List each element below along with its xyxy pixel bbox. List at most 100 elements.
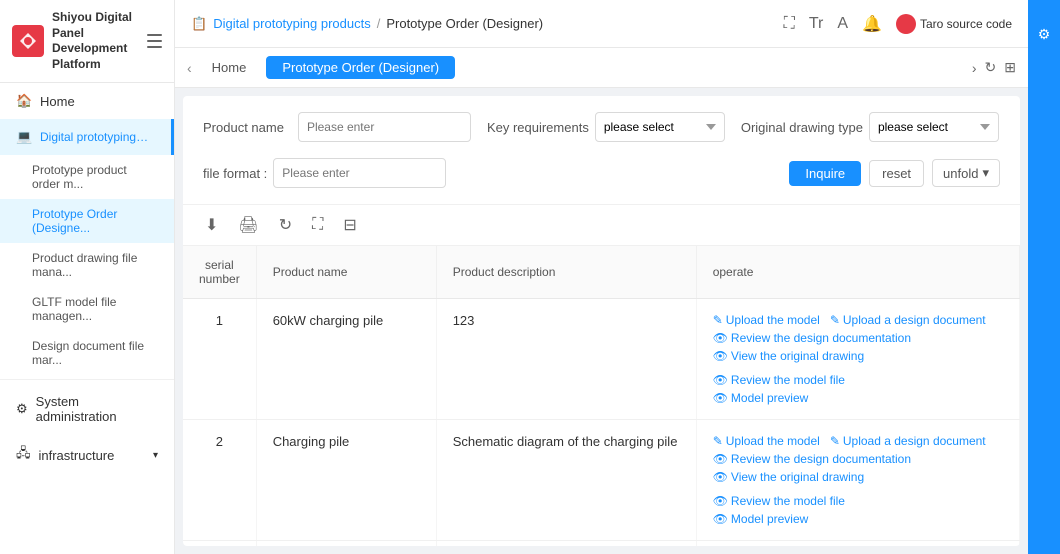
filter-bar: Product name Key requirements please sel…	[183, 96, 1020, 205]
sidebar-item-infrastructure[interactable]: 🖧 infrastructure ▾	[0, 434, 174, 476]
bell-icon[interactable]: 🔔	[862, 14, 882, 34]
edit-icon: ✎	[830, 434, 840, 448]
cell-operate: ✎Upload the model ✎Upload a design docum…	[696, 541, 1019, 547]
op-link[interactable]: ✎Upload the model	[713, 313, 820, 327]
sidebar-subitem-drawing-file[interactable]: Product drawing file mana...	[0, 243, 174, 287]
file-format-input[interactable]	[273, 158, 446, 188]
drawing-type-select[interactable]: please select	[869, 112, 999, 142]
filter-drawing-type: Original drawing type please select	[741, 112, 999, 142]
view-icon: 👁	[713, 373, 728, 387]
gear-icon: ⚙	[16, 401, 28, 417]
table-row: 2 Charging pile Schematic diagram of the…	[183, 420, 1020, 541]
cell-desc: Schematic diagram of the charging pile	[436, 420, 696, 541]
reset-button[interactable]: reset	[869, 160, 924, 187]
product-name-input[interactable]	[298, 112, 471, 142]
breadcrumb-current: Prototype Order (Designer)	[386, 16, 543, 31]
breadcrumb-page-icon: 📋	[191, 16, 207, 32]
filter-key-requirements: Key requirements please select	[487, 112, 725, 142]
main-area: 📋 Digital prototyping products / Prototy…	[175, 0, 1028, 554]
cell-desc: 1111	[436, 541, 696, 547]
sidebar-item-sysadmin[interactable]: ⚙ System administration	[0, 384, 174, 434]
user-menu[interactable]: Taro source code	[896, 14, 1012, 34]
inquire-button[interactable]: Inquire	[789, 161, 861, 186]
content-area: Product name Key requirements please sel…	[183, 96, 1020, 546]
print-icon[interactable]: 🖨	[232, 213, 264, 237]
op-link[interactable]: 👁Review the design documentation	[713, 452, 911, 466]
column-settings-icon[interactable]: ⊟	[337, 213, 362, 237]
tab-prototype-order[interactable]: Prototype Order (Designer)	[266, 56, 455, 79]
right-side-panel: ⚙	[1028, 0, 1060, 554]
cell-name: Test order 1	[256, 541, 436, 547]
op-link[interactable]: 👁Review the model file	[713, 373, 845, 387]
settings-panel-icon[interactable]: ⚙	[1032, 20, 1057, 49]
op-link[interactable]: 👁Review the model file	[713, 494, 845, 508]
toolbar-row: ⬇ 🖨 ↻ ⛶ ⊟	[183, 205, 1020, 246]
cell-operate: ✎Upload the model ✎Upload a design docum…	[696, 299, 1019, 420]
cell-serial: 1	[183, 299, 256, 420]
sidebar-header: Shiyou Digital Panel Development Platfor…	[0, 0, 174, 83]
table-row: 1 60kW charging pile 123 ✎Upload the mod…	[183, 299, 1020, 420]
sidebar-subitem-prototype-designer-label: Prototype Order (Designe...	[32, 207, 117, 235]
fullscreen-icon[interactable]: ⛶	[784, 15, 795, 33]
cell-serial: 3	[183, 541, 256, 547]
filter-product-name: Product name	[203, 112, 471, 142]
refresh-table-icon[interactable]: ↻	[273, 213, 298, 237]
filter-actions: Inquire reset unfold ▾	[789, 159, 1000, 187]
topbar-actions: ⛶ Tr A 🔔 Taro source code	[784, 14, 1012, 34]
sidebar-subitem-prototype-designer[interactable]: Prototype Order (Designe...	[0, 199, 174, 243]
sidebar-item-home[interactable]: 🏠 Home	[0, 83, 174, 119]
file-format-label: file format :	[203, 166, 267, 181]
sidebar-item-digital[interactable]: 💻 Digital prototyping produ...	[0, 119, 174, 155]
sidebar-subitem-prototype-order[interactable]: Prototype product order m...	[0, 155, 174, 199]
col-header-name: Product name	[256, 246, 436, 299]
op-link[interactable]: ✎Upload the model	[713, 434, 820, 448]
breadcrumb-parent-link[interactable]: Digital prototyping products	[213, 16, 371, 31]
sidebar-subitem-prototype-order-label: Prototype product order m...	[32, 163, 127, 191]
refresh-icon[interactable]: ↻	[985, 59, 997, 76]
view-icon: 👁	[713, 494, 728, 508]
cell-name: 60kW charging pile	[256, 299, 436, 420]
expand-view-icon[interactable]: ⛶	[306, 214, 329, 236]
sidebar-item-home-label: Home	[40, 94, 75, 109]
op-link[interactable]: 👁Review the design documentation	[713, 331, 911, 345]
sidebar-subitem-design-doc-label: Design document file mar...	[32, 339, 144, 367]
sidebar-subitem-design-doc[interactable]: Design document file mar...	[0, 331, 174, 375]
grid-icon[interactable]: ⊞	[1004, 59, 1016, 76]
menu-toggle-icon[interactable]	[147, 34, 162, 48]
tab-bar: ‹ Home Prototype Order (Designer) › ↻ ⊞	[175, 48, 1028, 88]
view-icon: 👁	[713, 470, 728, 484]
drawing-type-label: Original drawing type	[741, 120, 863, 135]
key-requirements-select[interactable]: please select	[595, 112, 725, 142]
digital-icon: 💻	[16, 129, 32, 145]
home-icon: 🏠	[16, 93, 32, 109]
col-header-operate: operate	[696, 246, 1019, 299]
op-link[interactable]: 👁Model preview	[713, 391, 809, 405]
op-link[interactable]: ✎Upload a design document	[830, 313, 986, 327]
sidebar-subitem-gltf-label: GLTF model file managen...	[32, 295, 116, 323]
op-link[interactable]: 👁View the original drawing	[713, 470, 864, 484]
sidebar-navigation: 🏠 Home 💻 Digital prototyping produ... Pr…	[0, 83, 174, 554]
view-icon: 👁	[713, 349, 728, 363]
key-req-label: Key requirements	[487, 120, 589, 135]
filter-file-format: file format :	[203, 158, 446, 188]
translate-icon[interactable]: A	[837, 15, 848, 33]
tab-home[interactable]: Home	[196, 56, 263, 79]
collapse-tabs-icon[interactable]: ‹	[187, 60, 192, 76]
user-avatar	[896, 14, 916, 34]
expand-tabs-icon[interactable]: ›	[972, 60, 977, 76]
op-link[interactable]: ✎Upload a design document	[830, 434, 986, 448]
cell-operate: ✎Upload the model ✎Upload a design docum…	[696, 420, 1019, 541]
user-label: Taro source code	[920, 17, 1012, 31]
tab-bar-actions: › ↻ ⊞	[972, 59, 1016, 76]
download-icon[interactable]: ⬇	[199, 213, 224, 237]
edit-icon: ✎	[830, 313, 840, 327]
op-link[interactable]: 👁View the original drawing	[713, 349, 864, 363]
col-header-serial: serial number	[183, 246, 256, 299]
cell-serial: 2	[183, 420, 256, 541]
unfold-button[interactable]: unfold ▾	[932, 159, 1000, 187]
font-icon[interactable]: Tr	[809, 15, 824, 33]
infrastructure-icon: 🖧	[16, 444, 31, 466]
sidebar-subitem-gltf[interactable]: GLTF model file managen...	[0, 287, 174, 331]
op-link[interactable]: 👁Model preview	[713, 512, 809, 526]
product-name-label: Product name	[203, 120, 284, 135]
